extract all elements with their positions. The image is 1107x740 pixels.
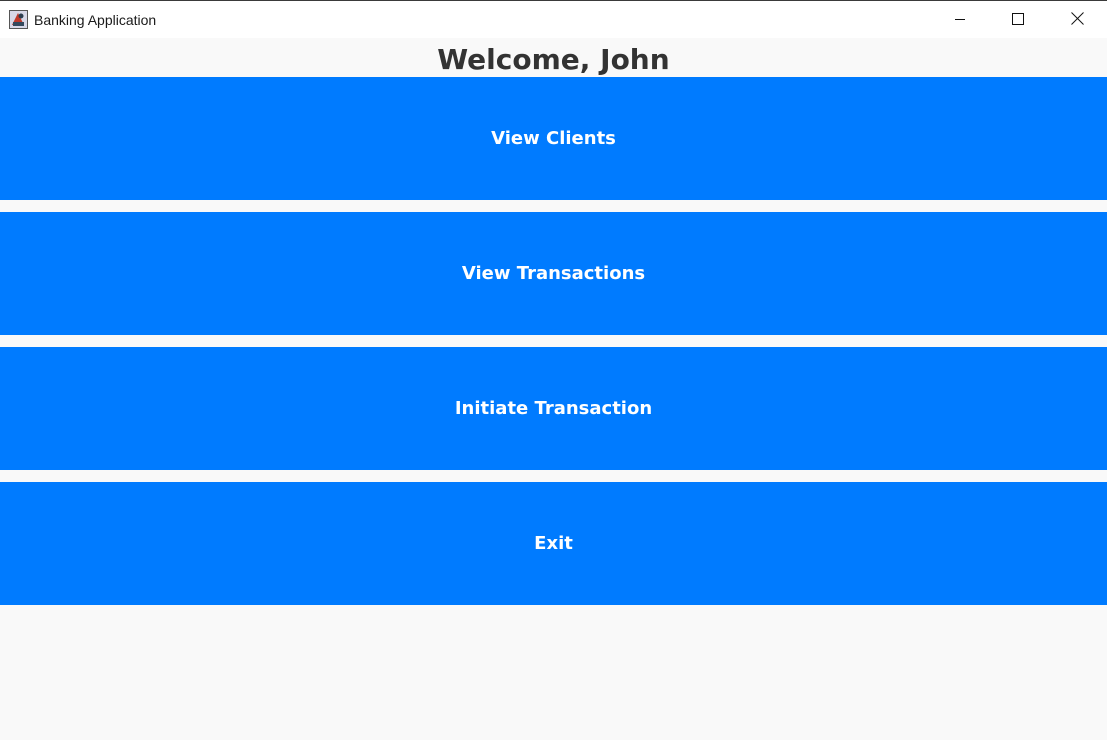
maximize-icon bbox=[1012, 10, 1024, 29]
banking-app-window: Banking Application Welcome, John View C… bbox=[0, 0, 1107, 740]
minimize-button[interactable] bbox=[931, 1, 989, 38]
java-app-icon[interactable] bbox=[9, 10, 28, 29]
welcome-heading: Welcome, John bbox=[437, 43, 670, 76]
close-button[interactable] bbox=[1048, 1, 1106, 38]
exit-label: Exit bbox=[534, 533, 573, 554]
view-transactions-button[interactable]: View Transactions bbox=[0, 212, 1107, 335]
view-clients-label: View Clients bbox=[491, 128, 616, 149]
exit-button[interactable]: Exit bbox=[0, 482, 1107, 605]
view-transactions-label: View Transactions bbox=[461, 263, 646, 284]
initiate-transaction-button[interactable]: Initiate Transaction bbox=[0, 347, 1107, 470]
close-icon bbox=[1070, 10, 1084, 29]
title-bar[interactable]: Banking Application bbox=[0, 0, 1107, 38]
maximize-button[interactable] bbox=[989, 1, 1047, 38]
window-title: Banking Application bbox=[34, 12, 157, 28]
minimize-icon bbox=[954, 10, 966, 29]
initiate-transaction-label: Initiate Transaction bbox=[454, 398, 653, 419]
view-clients-button[interactable]: View Clients bbox=[0, 77, 1107, 200]
